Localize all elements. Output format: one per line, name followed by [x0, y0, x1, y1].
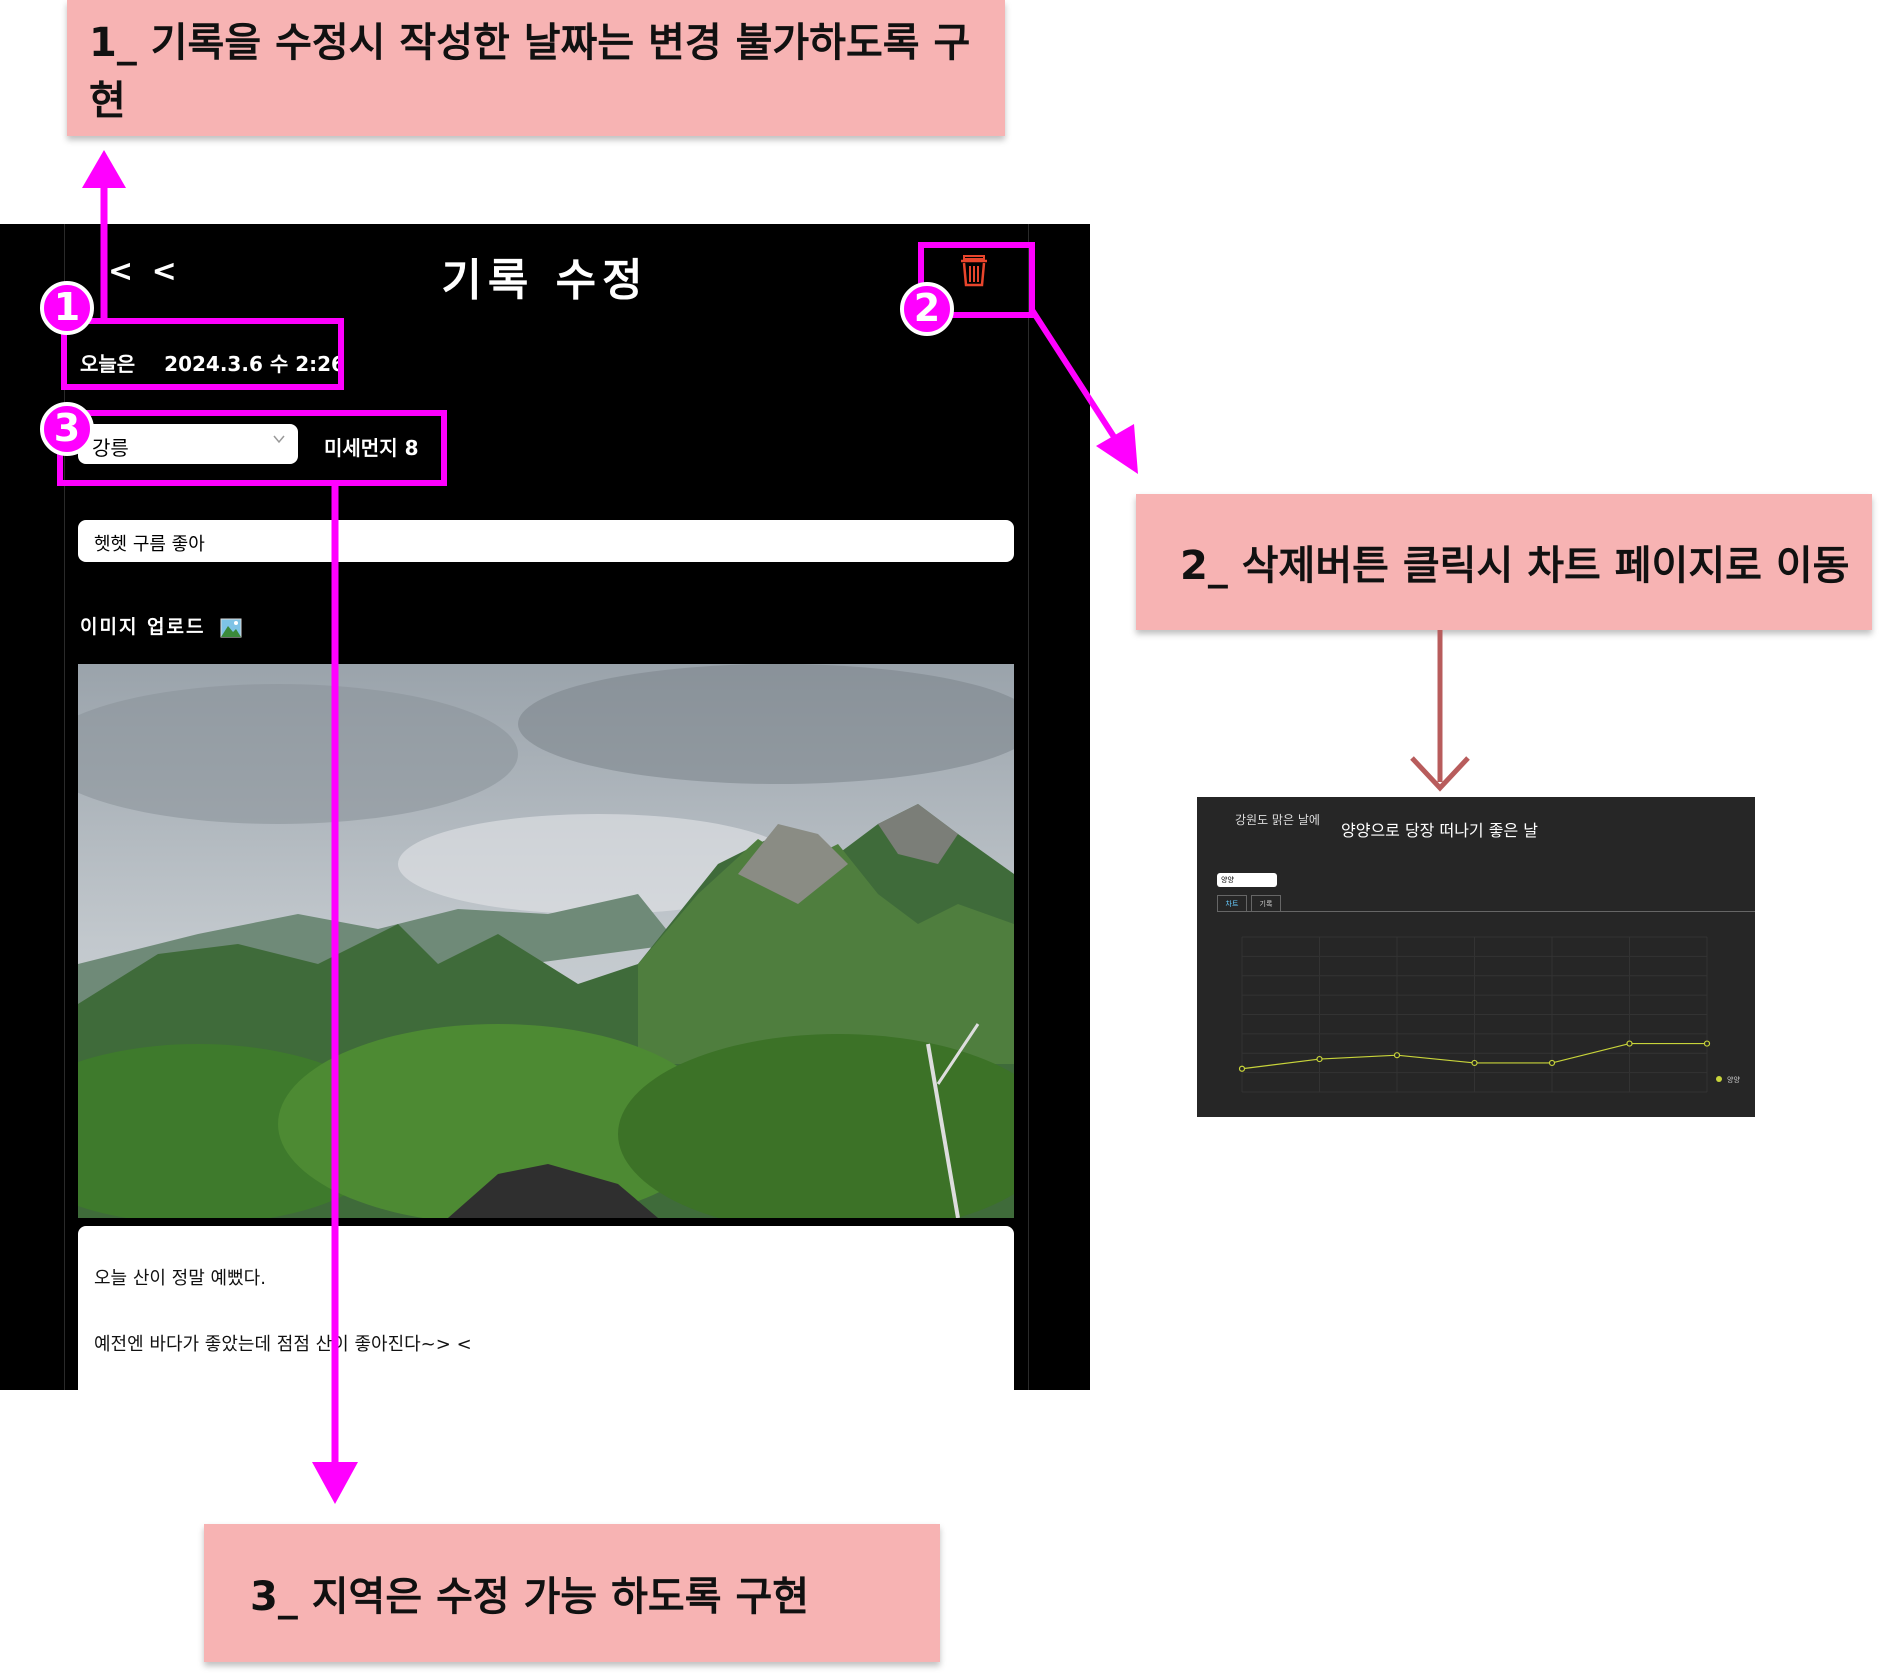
arrow-1-head	[82, 150, 126, 188]
annotation-note-1: 1_ 기록을 수정시 작성한 날짜는 변경 불가하도록 구현	[67, 0, 1005, 136]
legend-marker	[1716, 1076, 1722, 1082]
arrow-2-head	[1096, 424, 1138, 474]
annotation-text-1: 1_ 기록을 수정시 작성한 날짜는 변경 불가하도록 구현	[89, 20, 971, 124]
image-upload-label[interactable]: 이미지 업로드	[80, 612, 242, 639]
highlight-box-region	[57, 410, 447, 486]
picture-icon	[220, 618, 242, 637]
image-upload-text: 이미지 업로드	[80, 616, 206, 638]
data-point	[1548, 1059, 1556, 1067]
legend-label: 양양	[1727, 1076, 1740, 1084]
annotation-text-3: 3_ 지역은 수정 가능 하도록 구현	[250, 1574, 810, 1620]
data-point	[1703, 1040, 1711, 1047]
right-divider	[1028, 224, 1029, 1390]
highlight-box-date	[61, 318, 344, 390]
arrow-3-head	[312, 1462, 358, 1504]
badge-2: 2	[900, 282, 954, 336]
chart-logo: 강원도 맑은 날에	[1235, 813, 1320, 827]
data-point	[1316, 1055, 1323, 1063]
chart-page-preview: 강원도 맑은 날에 양양으로 당장 떠나기 좋은 날 양양 차트 기록 양양	[1197, 797, 1755, 1117]
data-point	[1393, 1052, 1401, 1059]
tab-record[interactable]: 기록	[1251, 895, 1281, 911]
left-divider	[64, 224, 65, 1390]
content-textarea[interactable]: 오늘 산이 정말 예뻤다. 예전엔 바다가 좋았는데 점점 산이 좋아진다~> …	[78, 1226, 1014, 1390]
record-title-input[interactable]: 헷헷 구름 좋아	[78, 520, 1014, 562]
badge-3: 3	[40, 402, 94, 456]
badge-1: 1	[40, 281, 94, 335]
line-chart: 양양	[1238, 936, 1740, 1093]
tab-chart[interactable]: 차트	[1217, 895, 1247, 911]
arrow-chart-head	[1410, 756, 1470, 792]
content-line-2: 예전엔 바다가 좋았는데 점점 산이 좋아진다~> <	[94, 1334, 472, 1355]
chart-heading: 양양으로 당장 떠나기 좋은 날	[1341, 821, 1538, 840]
data-point	[1238, 1065, 1246, 1072]
annotation-text-2: 2_ 삭제버튼 클릭시 차트 페이지로 이동	[1180, 543, 1850, 589]
annotation-note-2: 2_ 삭제버튼 클릭시 차트 페이지로 이동	[1136, 494, 1872, 630]
data-point	[1626, 1040, 1633, 1047]
content-line-1: 오늘 산이 정말 예뻤다.	[94, 1268, 266, 1289]
chart-region-select[interactable]: 양양	[1217, 873, 1277, 887]
annotation-note-3: 3_ 지역은 수정 가능 하도록 구현	[204, 1524, 940, 1662]
edit-record-screen: < < 기록 수정 오늘은 2024.3.6 수 2:26 강릉 미세먼지 8 …	[0, 224, 1090, 1390]
data-point	[1471, 1059, 1478, 1067]
uploaded-photo	[78, 664, 1014, 1218]
chart-grid	[1241, 936, 1708, 1093]
tab-rule	[1217, 911, 1755, 912]
